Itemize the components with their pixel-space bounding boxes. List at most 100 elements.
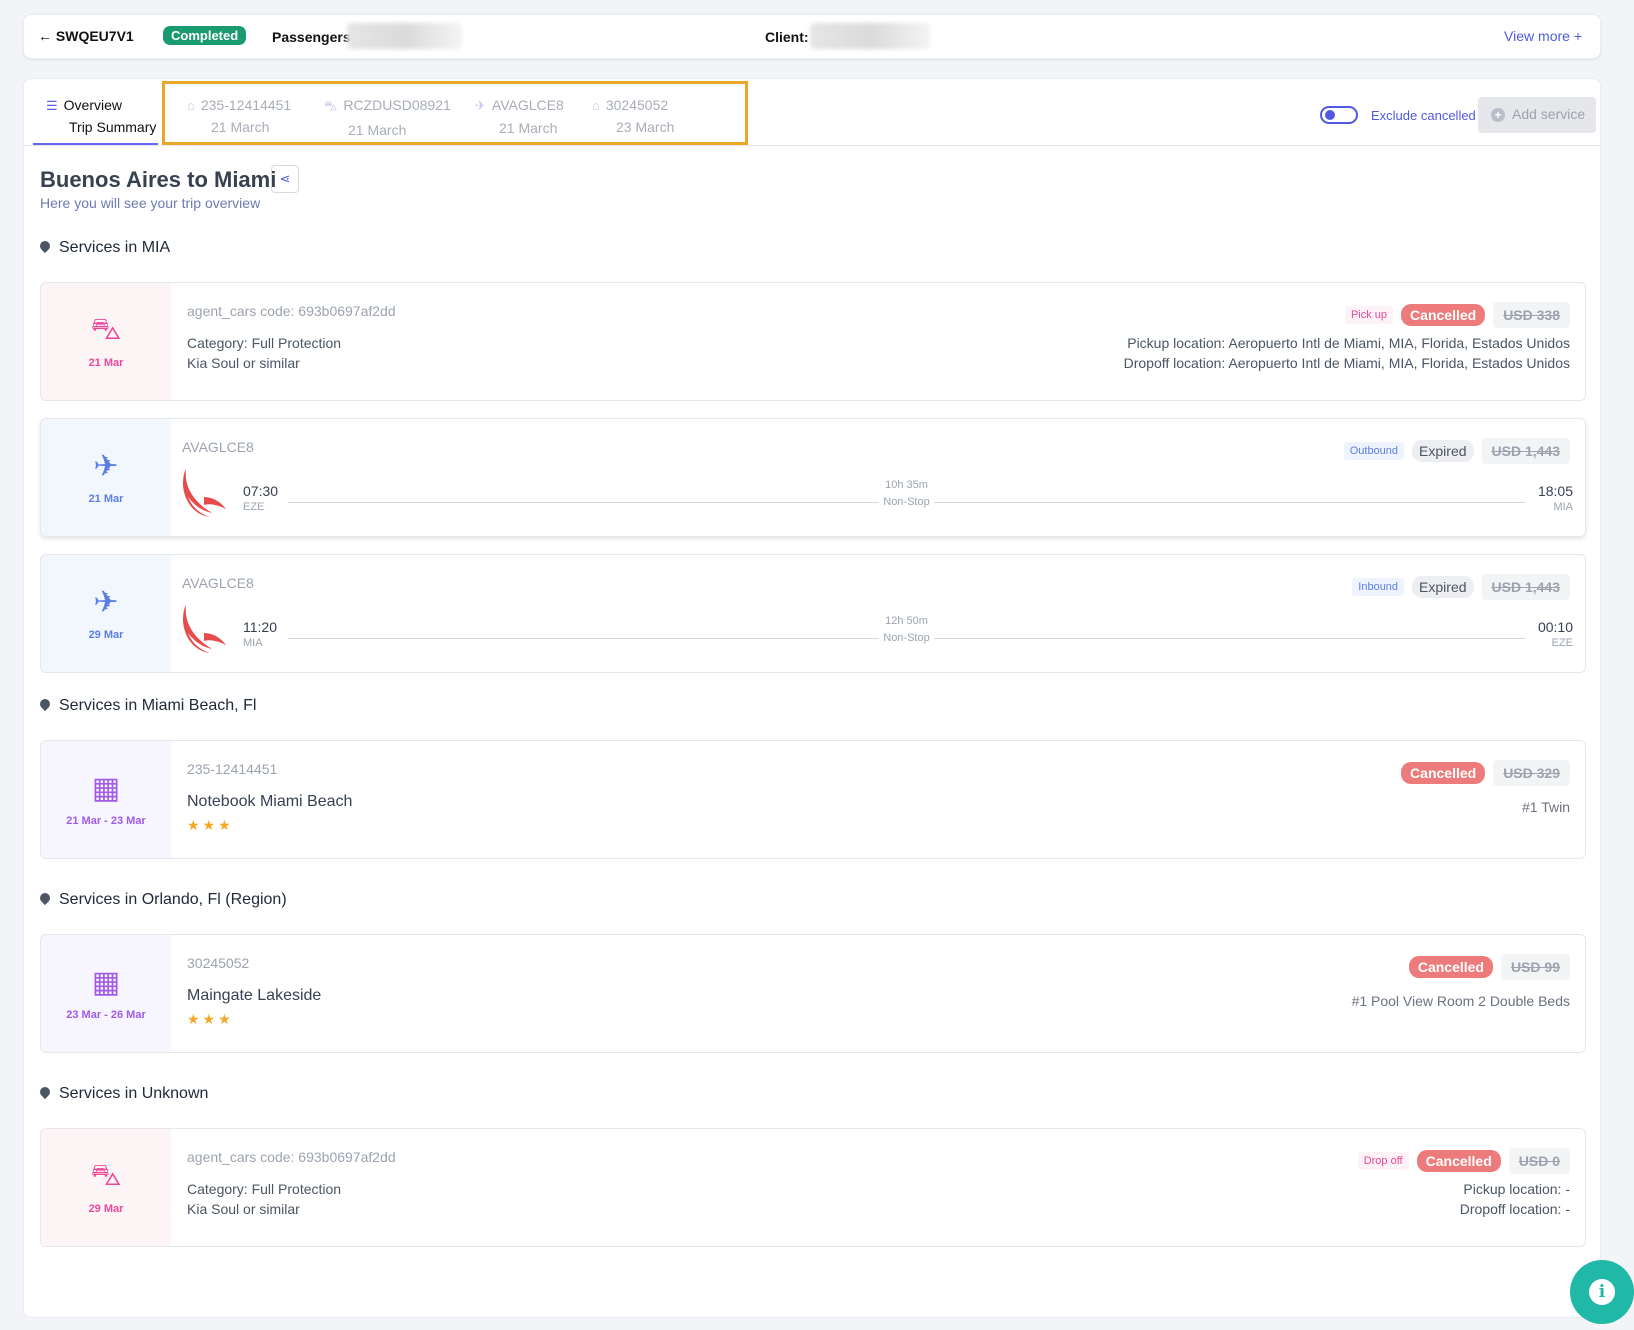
arrival-time: 18:05 — [1537, 483, 1573, 499]
add-service-button[interactable]: + Add service — [1478, 97, 1596, 133]
airplane-icon: ✈ — [93, 586, 119, 619]
service-date: 23 Mar - 26 Mar — [66, 1009, 146, 1021]
service-badges: Inbound Expired USD 1,443 — [1352, 574, 1570, 600]
service-badges: Pick up Cancelled USD 338 — [1344, 302, 1570, 328]
flight-duration: 12h 50m — [885, 615, 928, 627]
departure-airport: EZE — [243, 501, 265, 513]
client-label: Client: — [765, 29, 809, 45]
passengers-redacted — [347, 23, 462, 49]
pickup-tag: Pick up — [1344, 306, 1394, 324]
direction-tag: Outbound — [1343, 442, 1405, 460]
building-icon: ▦ — [91, 966, 121, 999]
flight-service-card[interactable]: ✈ 21 Mar AVAGLCE8 07:30 EZE 10h 35m Non-… — [40, 418, 1586, 537]
departure-airport: MIA — [243, 637, 263, 649]
airline-logo-icon — [183, 605, 226, 653]
share-button[interactable]: ⋖ — [271, 165, 299, 193]
tab-service-hotel-2[interactable]: ⌂ 30245052 23 March — [592, 97, 674, 135]
tab-service-date: 21 March — [499, 120, 558, 136]
map-pin-icon — [37, 238, 53, 254]
car-category: Category: Full Protection — [187, 335, 342, 351]
car-date-panel: ⛍ 21 Mar — [41, 283, 171, 400]
direction-tag: Inbound — [1352, 578, 1405, 596]
flight-date-panel: ✈ 21 Mar — [41, 419, 171, 536]
expired-badge: Expired — [1412, 576, 1474, 598]
hotel-icon: ⌂ — [187, 98, 195, 113]
service-badges: Drop off Cancelled USD 0 — [1357, 1148, 1570, 1174]
page-subtitle: Here you will see your trip overview — [40, 195, 261, 211]
info-fab-button[interactable]: i — [1570, 1260, 1634, 1324]
hotel-icon: ⌂ — [592, 98, 600, 113]
hotel-name: Notebook Miami Beach — [187, 793, 353, 810]
service-date: 29 Mar — [88, 1203, 124, 1215]
tab-service-hotel-1[interactable]: ⌂ 235-12414451 21 March — [187, 97, 291, 135]
car-service-card[interactable]: ⛍ 29 Mar agent_cars code: 693b0697af2dd … — [40, 1128, 1586, 1247]
flight-service-card[interactable]: ✈ 29 Mar AVAGLCE8 11:20 MIA 12h 50m Non-… — [40, 554, 1586, 673]
tab-service-flight[interactable]: ✈ AVAGLCE8 21 March — [475, 97, 564, 136]
car-service-card[interactable]: ⛍ 21 Mar agent_cars code: 693b0697af2dd … — [40, 282, 1586, 401]
back-link[interactable]: ← SWQEU7V1 — [38, 28, 134, 44]
room-type: #1 Pool View Room 2 Double Beds — [1351, 993, 1570, 1009]
service-date: 21 Mar — [88, 357, 124, 369]
hotel-service-card[interactable]: ▦ 21 Mar - 23 Mar 235-12414451 Notebook … — [40, 740, 1586, 859]
cancelled-badge: Cancelled — [1401, 762, 1486, 784]
trip-header-bar: ← SWQEU7V1 Completed Passengers: Client:… — [23, 14, 1601, 59]
star-rating: ★★★ — [187, 817, 234, 833]
share-icon: ⋖ — [279, 171, 291, 186]
pickup-location: Pickup location: - — [1463, 1181, 1570, 1197]
tab-overview-label: Overview — [63, 97, 123, 113]
car-category: Category: Full Protection — [187, 1181, 342, 1197]
tab-overview[interactable]: ☰ Overview Trip Summary — [33, 79, 158, 145]
cancelled-badge: Cancelled — [1408, 956, 1493, 978]
service-code: 30245052 — [187, 955, 250, 971]
service-date: 21 Mar - 23 Mar — [66, 815, 146, 827]
dropoff-location: Dropoff location: - — [1459, 1201, 1570, 1217]
service-code: agent_cars code: 693b0697af2dd — [187, 1149, 396, 1165]
tab-service-code: AVAGLCE8 — [491, 97, 564, 113]
service-tabs-highlight: ⌂ 235-12414451 21 March ⛍ RCZDUSD08921 21 … — [162, 81, 748, 145]
dropoff-location: Dropoff location: Aeropuerto Intl de Mia… — [1123, 355, 1570, 371]
departure-time: 07:30 — [243, 483, 279, 499]
section-heading-miami-beach: Services in Miami Beach, Fl — [37, 696, 256, 715]
arrival-airport: EZE — [1551, 637, 1573, 649]
flight-route-line: 10h 35m Non-Stop — [288, 479, 1525, 508]
exclude-cancelled-label: Exclude cancelled — [1371, 108, 1476, 123]
car-icon: ⛍ — [90, 313, 122, 346]
flight-date-panel: ✈ 29 Mar — [41, 555, 171, 672]
pickup-location: Pickup location: Aeropuerto Intl de Miam… — [1127, 335, 1570, 351]
tab-service-code: 235-12414451 — [200, 97, 292, 113]
service-badges: Outbound Expired USD 1,443 — [1343, 438, 1570, 464]
tab-service-date: 23 March — [616, 119, 675, 135]
building-icon: ▦ — [91, 772, 121, 805]
departure-time: 11:20 — [243, 619, 277, 635]
trip-panel: ☰ Overview Trip Summary ⌂ 235-12414451 21 … — [23, 78, 1601, 1318]
arrival-time: 00:10 — [1537, 619, 1573, 635]
tab-service-code: RCZDUSD08921 — [343, 97, 451, 113]
map-pin-icon — [37, 696, 53, 712]
page-title: Buenos Aires to Miami — [40, 167, 277, 192]
add-service-label: Add service — [1512, 106, 1586, 122]
hotel-service-card[interactable]: ▦ 23 Mar - 26 Mar 30245052 Maingate Lake… — [40, 934, 1586, 1053]
hotel-date-panel: ▦ 21 Mar - 23 Mar — [41, 741, 171, 858]
service-price: USD 329 — [1493, 760, 1570, 786]
view-more-link[interactable]: View more + — [1504, 28, 1582, 44]
passengers-label: Passengers: — [272, 29, 356, 45]
star-rating: ★★★ — [187, 1011, 234, 1027]
map-pin-icon — [37, 890, 53, 906]
arrival-airport: MIA — [1553, 501, 1573, 513]
car-icon: ⛍ — [324, 98, 338, 113]
tab-service-car[interactable]: ⛍ RCZDUSD08921 21 March — [324, 97, 451, 138]
airline-logo-icon — [183, 469, 226, 517]
cancelled-badge: Cancelled — [1416, 1150, 1501, 1172]
service-price: USD 1,443 — [1481, 574, 1570, 600]
flight-icon: ✈ — [475, 98, 486, 113]
flight-duration: 10h 35m — [885, 479, 928, 491]
exclude-cancelled-toggle[interactable] — [1320, 106, 1358, 124]
tab-service-date: 21 March — [348, 122, 407, 138]
section-heading-orlando: Services in Orlando, Fl (Region) — [37, 890, 287, 909]
list-icon: ☰ — [46, 98, 58, 113]
expired-badge: Expired — [1412, 440, 1474, 462]
tab-service-date: 21 March — [211, 119, 270, 135]
flight-stops: Non-Stop — [879, 496, 934, 508]
service-date: 21 Mar — [88, 493, 124, 505]
section-heading-mia: Services in MIA — [37, 238, 170, 257]
